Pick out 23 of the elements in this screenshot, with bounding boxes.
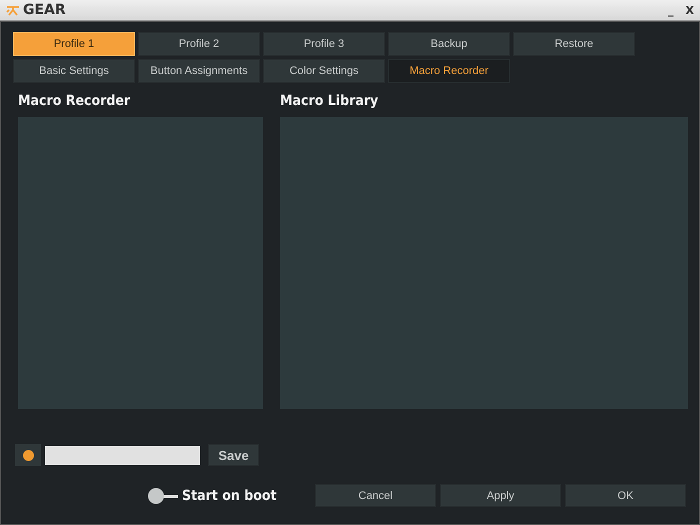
tab[interactable]: Button Assignments <box>138 59 260 83</box>
dialog-button[interactable]: Cancel <box>315 484 436 507</box>
app-title: GEAR <box>23 2 66 18</box>
profile-button[interactable]: Profile 1 <box>13 32 135 56</box>
dialog-button[interactable]: OK <box>565 484 686 507</box>
save-button[interactable]: Save <box>208 444 259 466</box>
tab[interactable]: Basic Settings <box>13 59 135 83</box>
toggle-label: Start on boot <box>182 488 277 504</box>
profile-button[interactable]: Profile 3 <box>263 32 385 56</box>
section-heading: Macro Library <box>280 93 380 109</box>
logo-icon <box>6 4 20 16</box>
tab[interactable]: Color Settings <box>263 59 385 83</box>
profile-button[interactable]: Profile 2 <box>138 32 260 56</box>
toggle-switch[interactable] <box>148 486 178 504</box>
tab[interactable]: Macro Recorder <box>388 59 510 83</box>
action-button[interactable]: Restore <box>513 32 635 56</box>
close-button[interactable]: X <box>686 4 694 16</box>
dialog-button[interactable]: Apply <box>440 484 561 507</box>
macro-name-field[interactable] <box>45 446 200 464</box>
section-heading: Macro Recorder <box>18 93 132 109</box>
record-button[interactable] <box>15 444 41 466</box>
action-button[interactable]: Backup <box>388 32 510 56</box>
minimize-button[interactable]: _ <box>668 4 674 16</box>
